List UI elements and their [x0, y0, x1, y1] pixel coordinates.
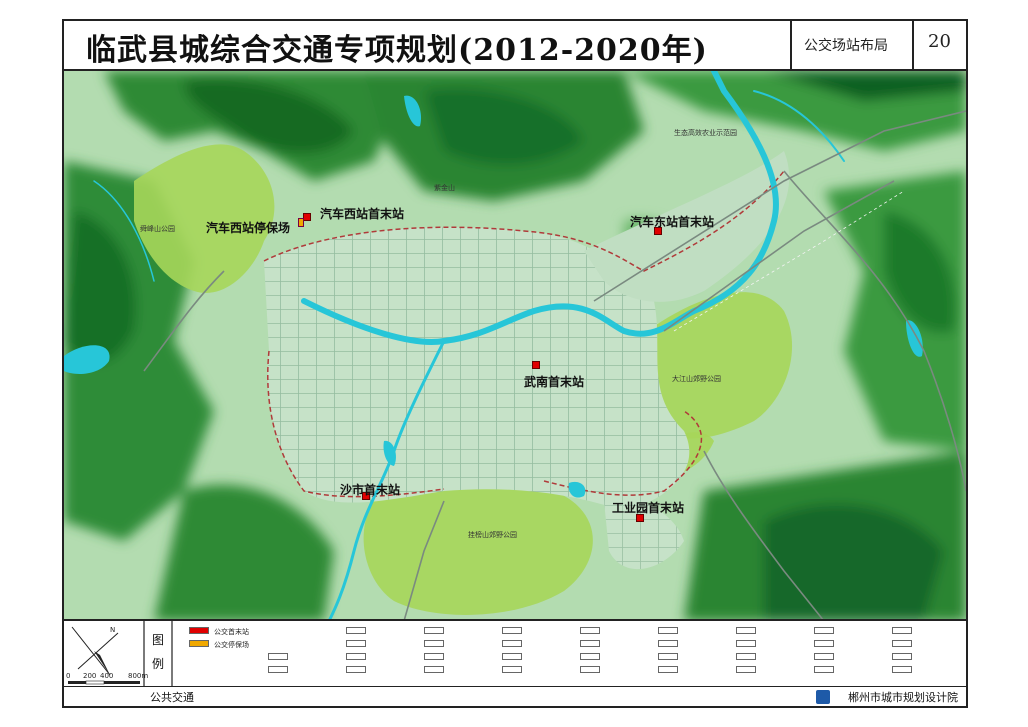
station-label: 工业园首末站: [612, 501, 685, 515]
scale-tick: 800m: [128, 672, 149, 680]
legend-empty-swatch: [892, 627, 912, 634]
sheet-number: 20: [928, 31, 951, 52]
legend-heading: 图: [152, 633, 165, 647]
legend-empty-swatch: [268, 666, 288, 673]
station-label: 沙市首末站: [340, 483, 401, 497]
bus-terminal-marker[interactable]: [303, 213, 311, 221]
area-label: 生态高效农业示范园: [674, 129, 737, 137]
legend-empty-swatch: [424, 640, 444, 647]
mountain-label: 紫金山: [434, 184, 455, 192]
legend-empty-swatch: [580, 627, 600, 634]
park-label: 大江山郊野公园: [672, 375, 721, 383]
station-label: 武南首末站: [524, 375, 585, 389]
legend-empty-swatch: [424, 666, 444, 673]
legend-empty-swatch: [814, 640, 834, 647]
legend-empty-swatch: [502, 627, 522, 634]
legend-empty-swatch: [424, 627, 444, 634]
legend-empty-swatch: [424, 653, 444, 660]
bus-depot-marker[interactable]: [298, 218, 304, 227]
legend-empty-swatch: [736, 666, 756, 673]
legend-empty-swatch: [658, 640, 678, 647]
legend-empty-swatch: [814, 627, 834, 634]
footer-institute: 郴州市城市规划设计院: [848, 691, 958, 704]
map-sheet: 临武县城综合交通专项规划(2012-2020年) 公交场站布局 20 舜峰山公园…: [0, 0, 1028, 727]
bus-terminal-marker[interactable]: [532, 361, 540, 369]
legend-item-label: 公交首末站: [214, 628, 249, 636]
legend-empty-swatch: [502, 666, 522, 673]
legend-empty-swatch: [814, 666, 834, 673]
legend-empty-swatch: [580, 653, 600, 660]
scale-tick: 0: [66, 672, 71, 680]
legend-empty-swatch: [346, 627, 366, 634]
station-label: 汽车东站首末站: [630, 215, 715, 229]
title-bar: 临武县城综合交通专项规划(2012-2020年) 公交场站布局 20: [64, 21, 966, 71]
footer-category: 公共交通: [150, 691, 194, 704]
sheet-name: 公交场站布局: [804, 38, 888, 54]
station-label: 汽车西站停保场: [206, 221, 291, 235]
park-label: 舜峰山公园: [140, 225, 175, 233]
scale-tick: 200: [83, 672, 97, 680]
map-title: 临武县城综合交通专项规划(2012-2020年): [86, 33, 708, 68]
title-divider: [790, 21, 792, 69]
legend-empty-swatch: [580, 666, 600, 673]
legend-empty-swatch: [892, 640, 912, 647]
legend-empty-swatch: [736, 627, 756, 634]
station-label: 汽车西站首末站: [320, 207, 405, 221]
legend-empty-swatch: [736, 653, 756, 660]
legend-empty-swatch: [346, 640, 366, 647]
institute-logo-icon: [816, 690, 830, 704]
legend-empty-swatch: [892, 666, 912, 673]
legend-item-label: 公交停保场: [214, 641, 249, 649]
legend-empty-swatch: [658, 627, 678, 634]
legend-empty-swatch: [580, 640, 600, 647]
legend-heading: 例: [152, 657, 165, 671]
legend-swatch-depot: [189, 640, 209, 647]
legend-empty-swatch: [346, 653, 366, 660]
legend-empty-swatch: [814, 653, 834, 660]
legend-empty-swatch: [502, 640, 522, 647]
title-divider: [912, 21, 914, 69]
scale-tick: 400: [100, 672, 114, 680]
north-arrow-label: N: [110, 626, 116, 634]
legend-empty-swatch: [658, 666, 678, 673]
legend: N 0 200 400 800m 图 例 公交首末站 公交停保场: [64, 621, 966, 686]
footer: 公共交通 郴州市城市规划设计院: [64, 686, 966, 706]
legend-empty-swatch: [268, 653, 288, 660]
legend-empty-swatch: [892, 653, 912, 660]
legend-empty-swatch: [502, 653, 522, 660]
legend-swatch-terminal: [189, 627, 209, 634]
park-label: 挂榜山郊野公园: [468, 531, 517, 539]
legend-empty-swatch: [736, 640, 756, 647]
legend-empty-swatch: [658, 653, 678, 660]
map-area: 舜峰山公园 大江山郊野公园 挂榜山郊野公园 生态高效农业示范园 紫金山 汽车西站…: [64, 71, 966, 621]
legend-empty-swatch: [346, 666, 366, 673]
